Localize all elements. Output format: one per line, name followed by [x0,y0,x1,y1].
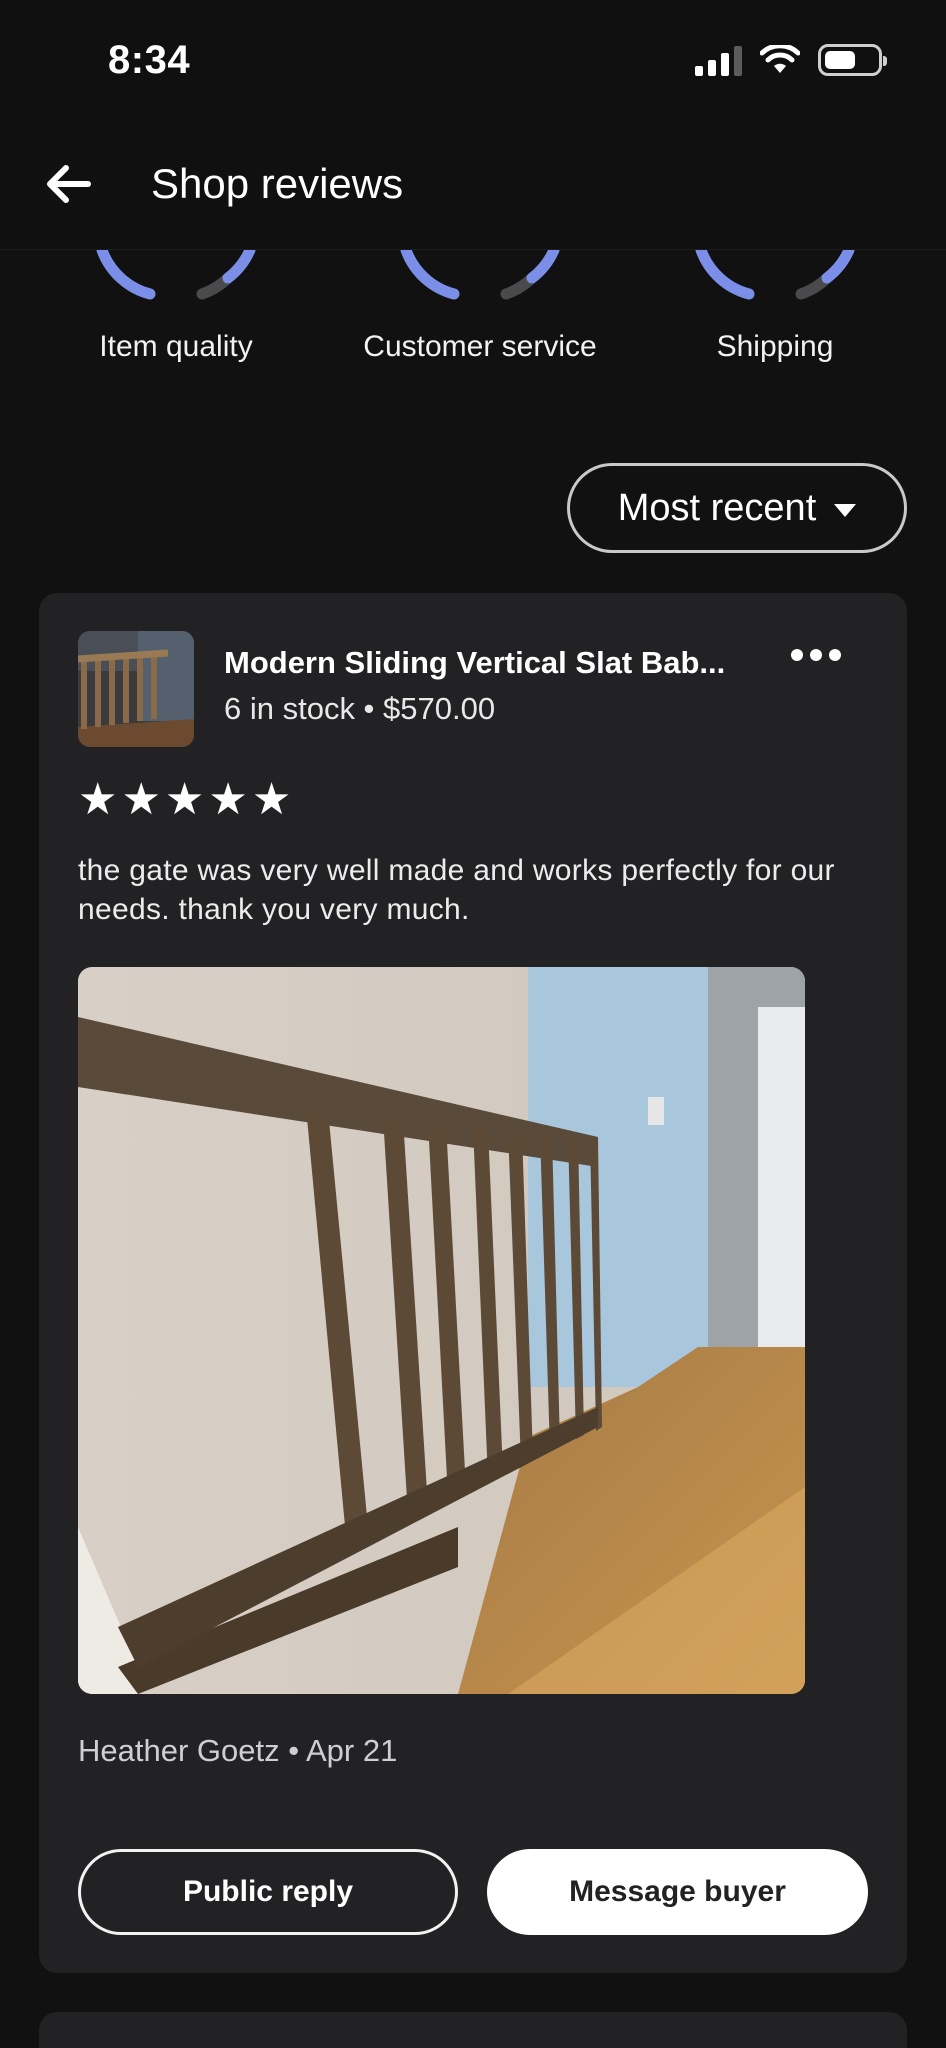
next-review-card [39,2012,907,2048]
battery-icon [818,44,887,76]
product-title[interactable]: Modern Sliding Vertical Slat Bab... [224,645,784,681]
review-photo-image [78,967,805,1694]
message-buyer-button[interactable]: Message buyer [487,1849,868,1935]
caret-down-icon [834,503,857,517]
rating-gauges: Item quality Customer service Shipping [0,240,946,390]
gauge-item-quality: Item quality [76,240,276,364]
gauge-customer-service-label: Customer service [363,330,597,363]
star-icon: ★ [164,775,205,824]
gauge-shipping-label: Shipping [716,330,834,363]
star-rating: ★ ★ ★ ★ ★ [78,775,291,825]
gauge-customer-service: Customer service [330,240,630,364]
app-header: Shop reviews [0,120,946,250]
product-stock-price: 6 in stock • $570.00 [224,691,496,726]
arrow-left-icon [47,165,91,203]
gauge-shipping: Shipping [675,240,875,364]
status-bar: 8:34 [0,0,946,120]
product-thumbnail[interactable] [78,631,194,747]
cellular-signal-icon [695,44,742,76]
sort-label: Most recent [617,486,817,529]
star-icon: ★ [208,775,248,824]
public-reply-button[interactable]: Public reply [78,1849,458,1935]
wifi-icon [760,45,800,73]
status-icons [695,44,887,76]
page-title: Shop reviews [151,160,404,207]
more-options-icon[interactable] [791,649,841,661]
star-icon: ★ [78,775,118,824]
gauge-item-quality-label: Item quality [99,330,253,363]
star-icon: ★ [251,775,292,824]
status-time: 8:34 [108,38,191,82]
sort-dropdown[interactable]: Most recent [567,463,907,553]
review-text: the gate was very well made and works pe… [78,854,835,926]
review-photo[interactable] [78,967,805,1694]
back-button[interactable] [40,156,96,212]
star-icon: ★ [121,775,161,824]
reviewer-name-date: Heather Goetz • Apr 21 [78,1733,398,1768]
review-card: Modern Sliding Vertical Slat Bab... 6 in… [39,593,907,1973]
product-thumbnail-image [78,631,194,747]
